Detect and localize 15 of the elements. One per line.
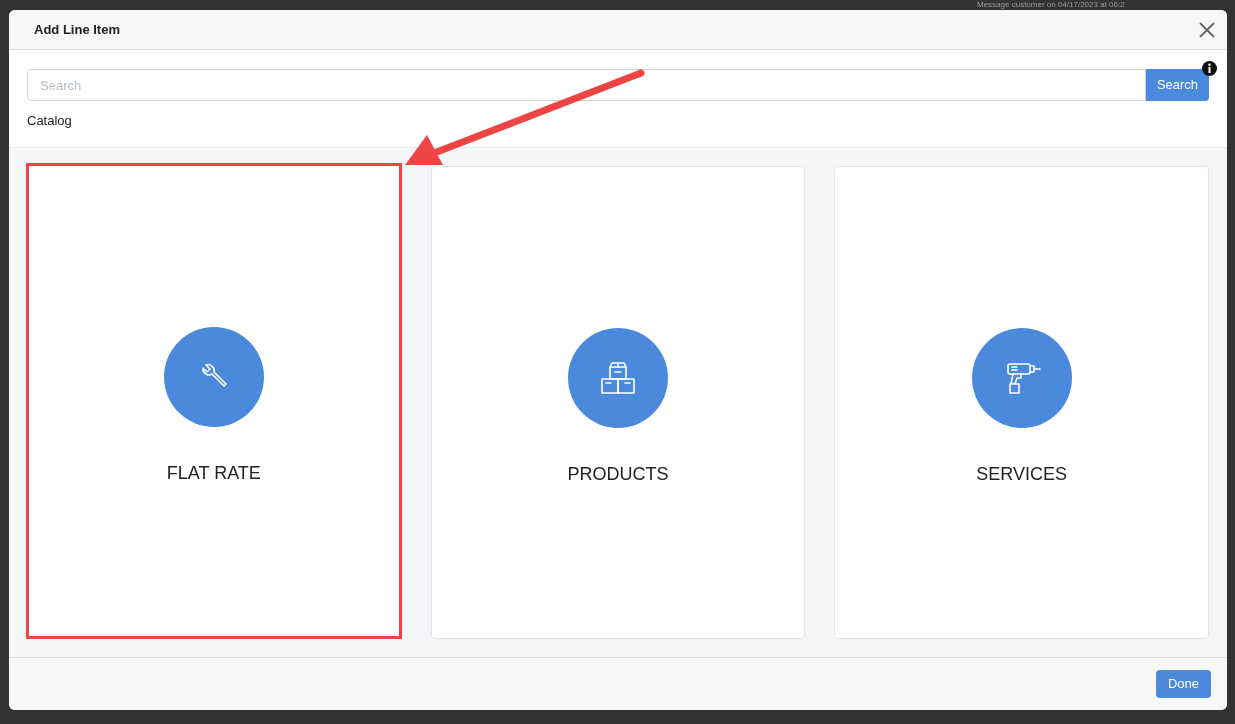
search-button[interactable]: Search xyxy=(1146,69,1209,101)
search-field[interactable]: Search xyxy=(27,69,1146,101)
category-card[interactable]: FLAT RATE xyxy=(26,162,402,639)
done-button[interactable]: Done xyxy=(1156,670,1211,698)
dialog-title: Add Line Item xyxy=(34,20,120,39)
close-button[interactable] xyxy=(1197,19,1217,40)
category-label: FLAT RATE xyxy=(166,461,261,485)
section-label: Catalog xyxy=(27,112,73,130)
category-card[interactable]: PRODUCTS xyxy=(430,165,806,639)
category-card[interactable]: SERVICES xyxy=(834,165,1209,639)
background-text: Message customer on 04/17/2023 at 06:2 xyxy=(977,0,1125,10)
info-icon xyxy=(1202,61,1217,76)
close-icon xyxy=(1199,21,1215,38)
category-label: SERVICES xyxy=(976,463,1067,487)
category-label: PRODUCTS xyxy=(567,463,669,487)
